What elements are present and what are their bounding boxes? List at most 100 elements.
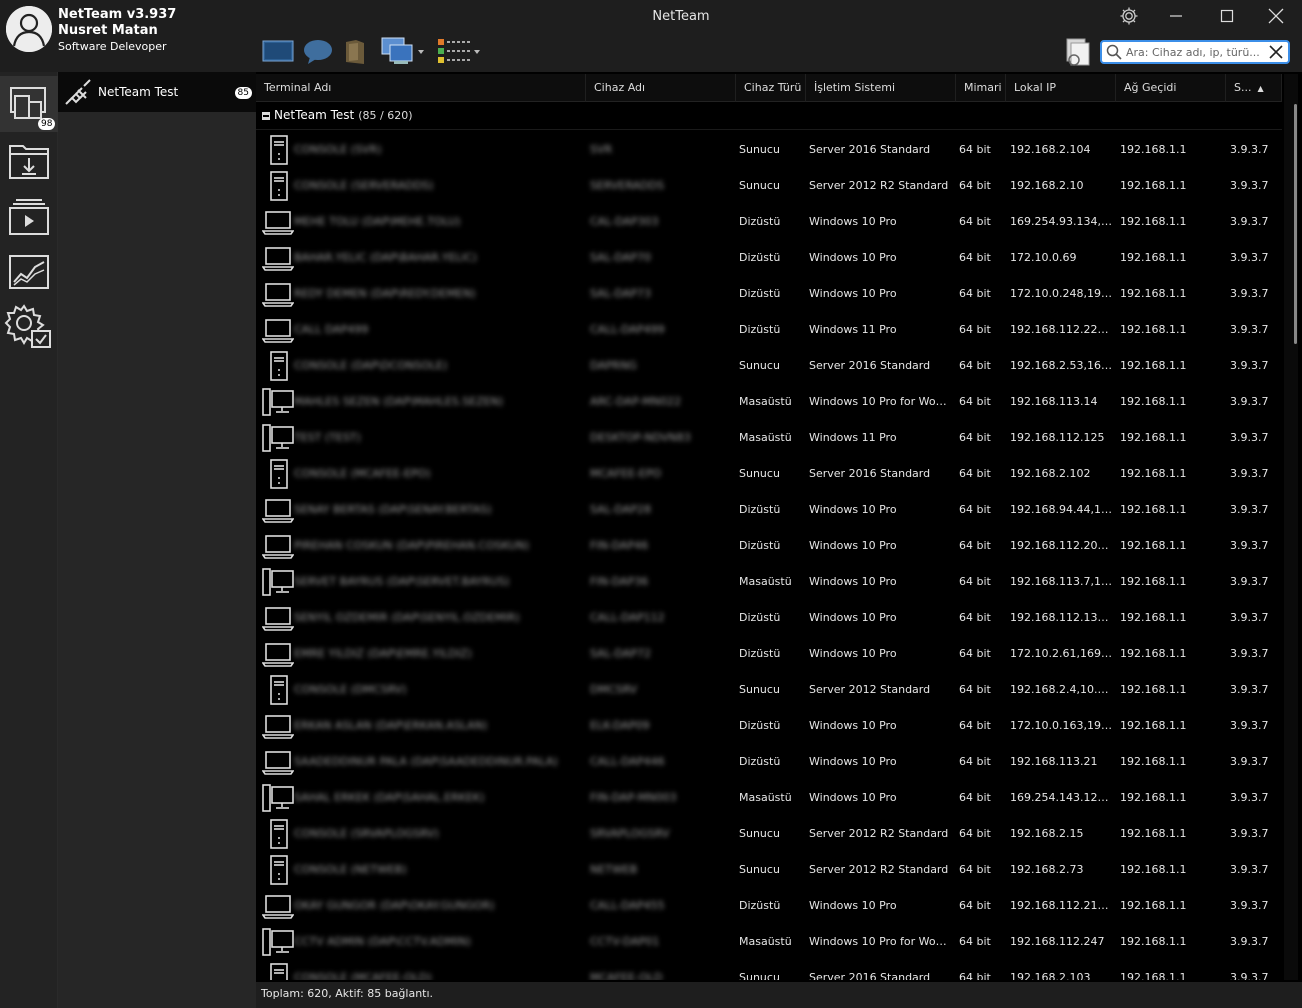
reports-icon	[1066, 38, 1090, 66]
version-cell: 3.9.3.7	[1230, 971, 1269, 980]
local-ip-cell: 172.10.0.248,192...	[1010, 287, 1112, 300]
table-row[interactable]: CONSOLE (MCAFEE-OLD) MCAFEE-OLD Sunucu Serv…	[256, 960, 1282, 980]
table-row[interactable]: MEHE TOLU (DAP\MEHE.TOLU) CAL-DAP303 Dizüs…	[256, 204, 1282, 240]
device-name-cell: SAL-DAP70	[590, 251, 652, 264]
close-button[interactable]	[1252, 0, 1300, 32]
search-box[interactable]	[1100, 40, 1290, 64]
gateway-cell: 192.168.1.1	[1120, 359, 1187, 372]
column-header-version[interactable]: S... ▲	[1226, 74, 1282, 102]
desktop-icon	[262, 386, 294, 418]
table-row[interactable]: SAHAL ERKEK (DAP\SAHAL.ERKEK) FIN-DAP-MN0…	[256, 780, 1282, 816]
desktop-icon	[262, 566, 294, 598]
device-type-cell: Dizüstü	[739, 323, 781, 336]
device-name-cell: SAL-DAP72	[590, 647, 652, 660]
column-header-terminal[interactable]: Terminal Adı	[256, 74, 586, 102]
table-row[interactable]: CONSOLE (SVR) SVR Sunucu Server 2016 Standa…	[256, 132, 1282, 168]
sidebar-item-media[interactable]	[0, 188, 58, 244]
column-header-local-ip[interactable]: Lokal IP	[1006, 74, 1116, 102]
sidebar-item-devices[interactable]: 98	[0, 76, 58, 132]
version-cell: 3.9.3.7	[1230, 143, 1269, 156]
column-header-device-name[interactable]: Cihaz Adı	[586, 74, 736, 102]
table-row[interactable]: SERVET BAYRUS (DAP\SERVET.BAYRUS) FIN-DAP…	[256, 564, 1282, 600]
operating-system-cell: Windows 11 Pro	[809, 431, 897, 444]
table-row[interactable]: CONSOLE (SERVERADDS) SERVERADDS Sunucu Serv…	[256, 168, 1282, 204]
laptop-icon	[261, 494, 295, 526]
table-row[interactable]: ERKAN ASLAN (DAP\ERKAN.ASLAN) ELK-DAP09 Di…	[256, 708, 1282, 744]
laptop-icon	[261, 710, 295, 742]
sidebar-item-downloads[interactable]	[0, 132, 58, 188]
device-name-cell: FIN-DAP36	[590, 575, 649, 588]
version-cell: 3.9.3.7	[1230, 899, 1269, 912]
device-type-cell: Sunucu	[739, 863, 780, 876]
scrollbar-thumb[interactable]	[1294, 104, 1297, 344]
search-input[interactable]	[1126, 44, 1266, 60]
table-row[interactable]: SAADEDDINUR PALA (DAP\SAADEDDINUR.PALA) C…	[256, 744, 1282, 780]
table-row[interactable]: OKAY GUNGOR (DAP\OKAY.GUNGOR) CALL-DAP455…	[256, 888, 1282, 924]
table-row[interactable]: EMRE YILDIZ (DAP\EMRE.YILDIZ) SAL-DAP72 Di…	[256, 636, 1282, 672]
minimize-button[interactable]	[1152, 0, 1200, 32]
folder-button[interactable]	[344, 36, 366, 68]
gateway-cell: 192.168.1.1	[1120, 791, 1187, 804]
version-cell: 3.9.3.7	[1230, 323, 1269, 336]
column-header-gateway[interactable]: Ağ Geçidi	[1116, 74, 1226, 102]
table-row[interactable]: SENAY BERTAS (DAP\SENAY.BERTAS) SAL-DAP28…	[256, 492, 1282, 528]
table-row[interactable]: TEST (TEST) DESKTOP-NDVN83 Masaüstü Windows…	[256, 420, 1282, 456]
table-row[interactable]: MAHLES SEZEN (DAP\MAHLES.SEZEN) ARC-DAP-M…	[256, 384, 1282, 420]
monitor-button[interactable]	[262, 36, 294, 68]
operating-system-cell: Server 2012 R2 Standard	[809, 863, 949, 876]
maximize-button[interactable]	[1203, 0, 1251, 32]
sidebar-item-settings[interactable]	[0, 300, 58, 356]
table-row[interactable]: CCTV ADMIN (DAP\CCTV.ADMIN) CCTV-DAP01 Mas…	[256, 924, 1282, 960]
status-bar: Toplam: 620, Aktif: 85 bağlantı.	[256, 982, 1302, 1008]
version-cell: 3.9.3.7	[1230, 503, 1269, 516]
local-ip-cell: 192.168.113.21	[1010, 755, 1098, 768]
column-header-arch[interactable]: Mimari	[956, 74, 1006, 102]
reports-button[interactable]	[1061, 36, 1093, 68]
chart-icon	[9, 255, 49, 289]
collapse-toggle-icon[interactable]	[262, 112, 270, 120]
version-cell: 3.9.3.7	[1230, 611, 1269, 624]
table-row[interactable]: BAHAR.YELIC (DAP\BAHAR.YELIC) SAL-DAP70 Di…	[256, 240, 1282, 276]
gateway-cell: 192.168.1.1	[1120, 899, 1187, 912]
table-row[interactable]: CONSOLE (DAP\DCONSOLE) DAPRNG Sunucu Server…	[256, 348, 1282, 384]
view-options-button[interactable]	[436, 36, 482, 68]
local-ip-cell: 192.168.113.14	[1010, 395, 1098, 408]
table-row[interactable]: CONSOLE (SRVAPLOGSRV) SRVAPLOGSRV Sunucu Se…	[256, 816, 1282, 852]
table-row[interactable]: CONSOLE (MCAFEE-EPO) MCAFEE-EPO Sunucu Serv…	[256, 456, 1282, 492]
server-icon	[262, 458, 294, 490]
clear-search-icon[interactable]	[1268, 44, 1284, 60]
remote-computers-button[interactable]	[380, 36, 426, 68]
gateway-cell: 192.168.1.1	[1120, 503, 1187, 516]
group-header-row[interactable]: NetTeam Test (85 / 620)	[256, 102, 1282, 130]
column-header-os[interactable]: İşletim Sistemi	[806, 74, 956, 102]
vertical-scrollbar[interactable]	[1284, 74, 1298, 980]
version-cell: 3.9.3.7	[1230, 359, 1269, 372]
remote-computers-icon	[381, 37, 424, 64]
version-cell: 3.9.3.7	[1230, 467, 1269, 480]
table-row[interactable]: CONSOLE (NETWEB) NETWEB Sunucu Server 2012 …	[256, 852, 1282, 888]
group-item-netteam-test[interactable]: NetTeam Test 85	[58, 72, 256, 112]
operating-system-cell: Server 2016 Standard	[809, 143, 931, 156]
column-header-device-type[interactable]: Cihaz Türü	[736, 74, 806, 102]
version-cell: 3.9.3.7	[1230, 179, 1269, 192]
table-row[interactable]: CALL DAP499 CALL-DAP499 Dizüstü Windows 11 …	[256, 312, 1282, 348]
table-row[interactable]: PIREHAN COSKUN (DAP\PIREHAN.COSKUN) FIN-D…	[256, 528, 1282, 564]
operating-system-cell: Windows 10 Pro	[809, 251, 897, 264]
device-type-cell: Dizüstü	[739, 899, 781, 912]
table-row[interactable]: CONSOLE (DMCSRV) DMCSRV Sunucu Server 2012 …	[256, 672, 1282, 708]
operating-system-cell: Windows 10 Pro	[809, 647, 897, 660]
user-avatar[interactable]	[6, 6, 52, 52]
version-cell: 3.9.3.7	[1230, 539, 1269, 552]
settings-button[interactable]	[1105, 0, 1153, 32]
server-icon	[262, 674, 294, 706]
table-row[interactable]: SENYIL OZDEMIR (DAP\SENYIL.OZDEMIR) CALL-…	[256, 600, 1282, 636]
operating-system-cell: Windows 10 Pro	[809, 539, 897, 552]
chat-button[interactable]	[302, 36, 334, 68]
gateway-cell: 192.168.1.1	[1120, 431, 1187, 444]
gateway-cell: 192.168.1.1	[1120, 575, 1187, 588]
device-name-cell: ARC-DAP-MN022	[590, 395, 682, 408]
table-row[interactable]: REDY DEMEN (DAP\REDY.DEMEN) SAL-DAP73 Dizü…	[256, 276, 1282, 312]
device-type-cell: Masaüstü	[739, 431, 792, 444]
sidebar-item-statistics[interactable]	[0, 244, 58, 300]
device-type-cell: Dizüstü	[739, 719, 781, 732]
